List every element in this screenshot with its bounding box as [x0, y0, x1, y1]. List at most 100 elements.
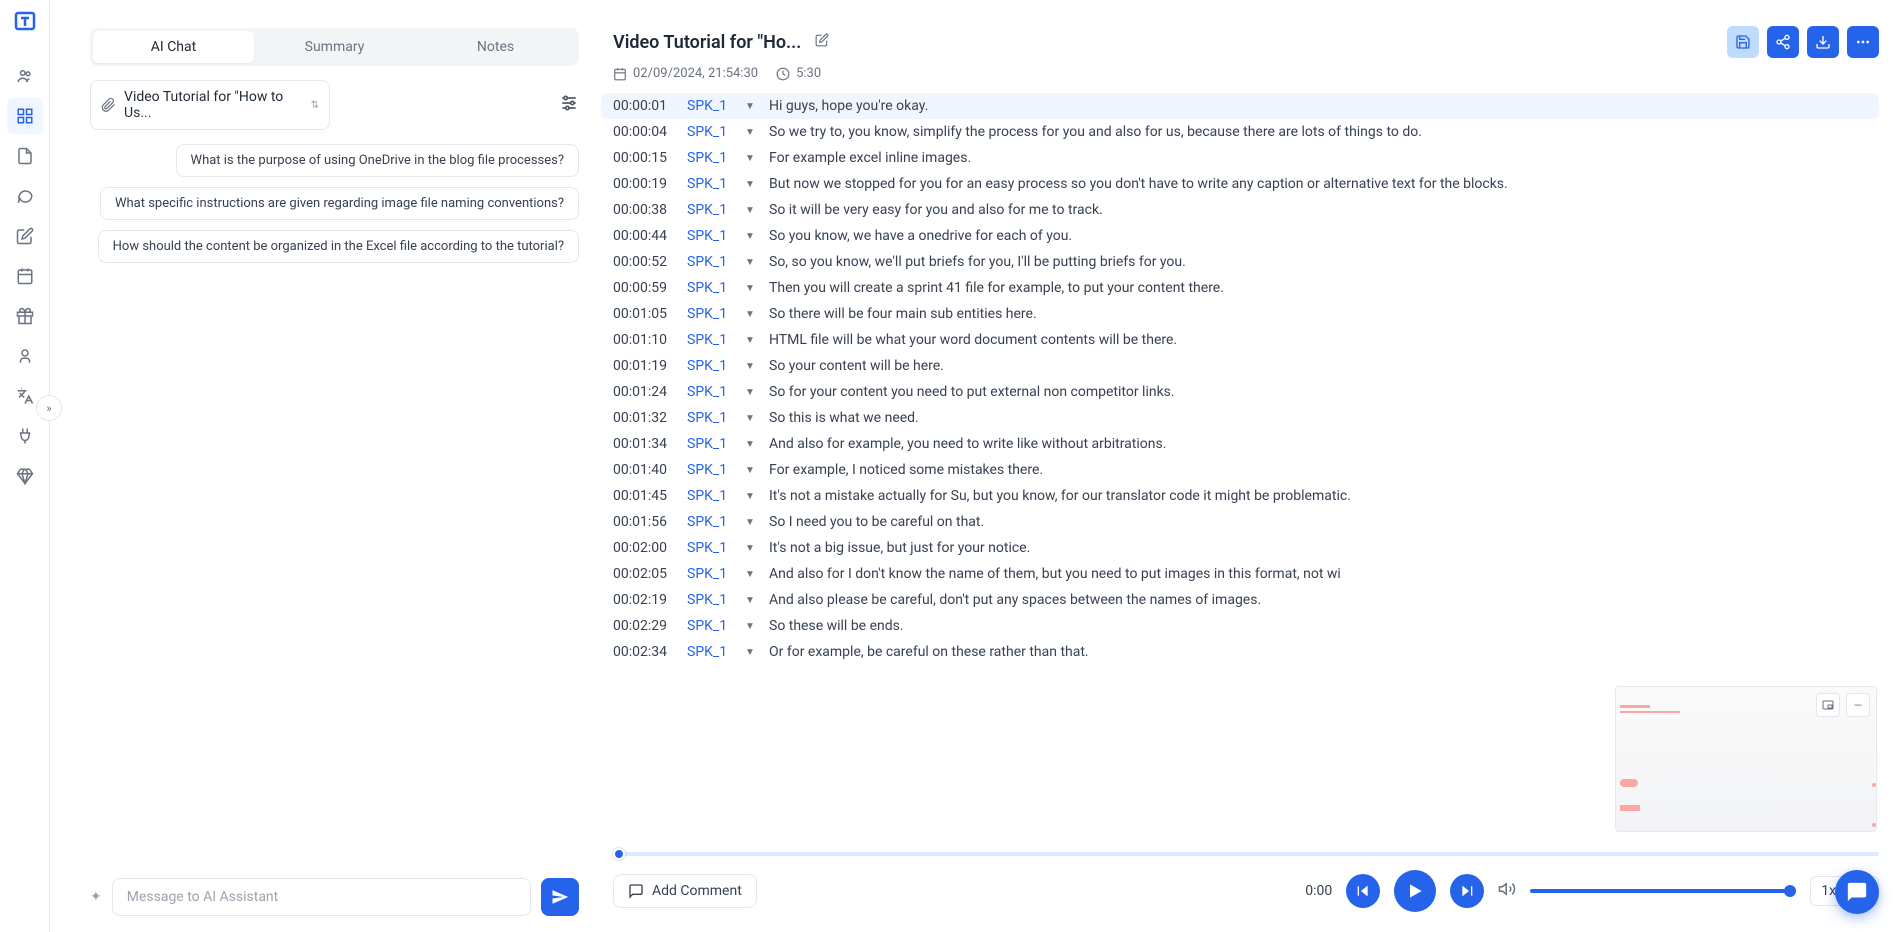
sidebar-diamond-icon[interactable]: [7, 458, 43, 494]
chat-input[interactable]: [112, 878, 531, 916]
speaker-label[interactable]: SPK_1: [687, 150, 735, 166]
chevron-down-icon[interactable]: ▼: [745, 491, 759, 502]
chevron-down-icon[interactable]: ▼: [745, 205, 759, 216]
chevron-down-icon[interactable]: ▼: [745, 517, 759, 528]
speaker-label[interactable]: SPK_1: [687, 332, 735, 348]
chevron-down-icon[interactable]: ▼: [745, 543, 759, 554]
sidebar-document-icon[interactable]: [7, 138, 43, 174]
suggestion-item[interactable]: What is the purpose of using OneDrive in…: [176, 144, 579, 177]
speaker-label[interactable]: SPK_1: [687, 488, 735, 504]
chevron-down-icon[interactable]: ▼: [745, 153, 759, 164]
chevron-down-icon[interactable]: ▼: [745, 257, 759, 268]
speaker-label[interactable]: SPK_1: [687, 384, 735, 400]
sidebar-expand-button[interactable]: »: [36, 395, 62, 421]
chevron-down-icon[interactable]: ▼: [745, 621, 759, 632]
sidebar-chat-icon[interactable]: [7, 178, 43, 214]
next-button[interactable]: [1450, 874, 1484, 908]
chevron-down-icon[interactable]: ▼: [745, 569, 759, 580]
sidebar-plug-icon[interactable]: [7, 418, 43, 454]
volume-icon[interactable]: [1498, 880, 1516, 902]
sidebar-edit-icon[interactable]: [7, 218, 43, 254]
speaker-label[interactable]: SPK_1: [687, 644, 735, 660]
chevron-down-icon[interactable]: ▼: [745, 309, 759, 320]
speaker-label[interactable]: SPK_1: [687, 410, 735, 426]
transcript-row[interactable]: 00:00:15SPK_1▼For example excel inline i…: [601, 145, 1879, 171]
file-select[interactable]: Video Tutorial for "How to Us... ⇅: [90, 80, 330, 130]
sidebar-gift-icon[interactable]: [7, 298, 43, 334]
chevron-down-icon[interactable]: ▼: [745, 361, 759, 372]
speaker-label[interactable]: SPK_1: [687, 98, 735, 114]
speaker-label[interactable]: SPK_1: [687, 436, 735, 452]
transcript-row[interactable]: 00:00:59SPK_1▼Then you will create a spr…: [601, 275, 1879, 301]
transcript-row[interactable]: 00:01:32SPK_1▼So this is what we need.: [601, 405, 1879, 431]
speaker-label[interactable]: SPK_1: [687, 566, 735, 582]
speaker-label[interactable]: SPK_1: [687, 280, 735, 296]
progress-bar[interactable]: [613, 852, 1879, 856]
transcript-row[interactable]: 00:02:29SPK_1▼So these will be ends.: [601, 613, 1879, 639]
transcript-row[interactable]: 00:01:56SPK_1▼So I need you to be carefu…: [601, 509, 1879, 535]
prev-button[interactable]: [1346, 874, 1380, 908]
transcript-row[interactable]: 00:01:10SPK_1▼HTML file will be what you…: [601, 327, 1879, 353]
transcript-row[interactable]: 00:01:05SPK_1▼So there will be four main…: [601, 301, 1879, 327]
sidebar-user-icon[interactable]: [7, 338, 43, 374]
more-button[interactable]: [1847, 26, 1879, 58]
chevron-down-icon[interactable]: ▼: [745, 465, 759, 476]
tab-ai-chat[interactable]: AI Chat: [93, 31, 254, 63]
speaker-label[interactable]: SPK_1: [687, 202, 735, 218]
speaker-label[interactable]: SPK_1: [687, 592, 735, 608]
filter-settings-button[interactable]: [559, 93, 579, 117]
transcript-row[interactable]: 00:00:01SPK_1▼Hi guys, hope you're okay.: [601, 93, 1879, 119]
sidebar-dashboard-icon[interactable]: [7, 98, 43, 134]
speaker-label[interactable]: SPK_1: [687, 462, 735, 478]
chevron-down-icon[interactable]: ▼: [745, 387, 759, 398]
pip-button[interactable]: [1816, 693, 1840, 717]
transcript-row[interactable]: 00:01:40SPK_1▼For example, I noticed som…: [601, 457, 1879, 483]
help-fab[interactable]: [1835, 870, 1879, 914]
edit-title-button[interactable]: [815, 33, 829, 51]
progress-handle[interactable]: [613, 848, 625, 860]
speaker-label[interactable]: SPK_1: [687, 306, 735, 322]
chevron-down-icon[interactable]: ▼: [745, 101, 759, 112]
transcript-row[interactable]: 00:02:05SPK_1▼And also for I don't know …: [601, 561, 1879, 587]
speaker-label[interactable]: SPK_1: [687, 176, 735, 192]
suggestion-item[interactable]: How should the content be organized in t…: [98, 230, 579, 263]
speaker-label[interactable]: SPK_1: [687, 514, 735, 530]
chevron-down-icon[interactable]: ▼: [745, 413, 759, 424]
chevron-down-icon[interactable]: ▼: [745, 127, 759, 138]
transcript-row[interactable]: 00:00:52SPK_1▼So, so you know, we'll put…: [601, 249, 1879, 275]
minimize-button[interactable]: —: [1846, 693, 1870, 717]
share-button[interactable]: [1767, 26, 1799, 58]
speaker-label[interactable]: SPK_1: [687, 358, 735, 374]
chevron-down-icon[interactable]: ▼: [745, 283, 759, 294]
transcript-row[interactable]: 00:01:45SPK_1▼It's not a mistake actuall…: [601, 483, 1879, 509]
sidebar-people-icon[interactable]: [7, 58, 43, 94]
transcript-row[interactable]: 00:01:24SPK_1▼So for your content you ne…: [601, 379, 1879, 405]
transcript-row[interactable]: 00:00:04SPK_1▼So we try to, you know, si…: [601, 119, 1879, 145]
chevron-down-icon[interactable]: ▼: [745, 595, 759, 606]
play-button[interactable]: [1394, 870, 1436, 912]
speaker-label[interactable]: SPK_1: [687, 228, 735, 244]
save-button[interactable]: [1727, 26, 1759, 58]
speaker-label[interactable]: SPK_1: [687, 124, 735, 140]
volume-handle[interactable]: [1784, 885, 1796, 897]
logo[interactable]: [13, 10, 37, 38]
suggestion-item[interactable]: What specific instructions are given reg…: [100, 187, 579, 220]
tab-summary[interactable]: Summary: [254, 31, 415, 63]
transcript-row[interactable]: 00:01:34SPK_1▼And also for example, you …: [601, 431, 1879, 457]
chevron-down-icon[interactable]: ▼: [745, 231, 759, 242]
sidebar-calendar-icon[interactable]: [7, 258, 43, 294]
speaker-label[interactable]: SPK_1: [687, 618, 735, 634]
transcript-row[interactable]: 00:02:00SPK_1▼It's not a big issue, but …: [601, 535, 1879, 561]
tab-notes[interactable]: Notes: [415, 31, 576, 63]
transcript-row[interactable]: 00:01:19SPK_1▼So your content will be he…: [601, 353, 1879, 379]
chevron-down-icon[interactable]: ▼: [745, 179, 759, 190]
send-button[interactable]: [541, 878, 579, 916]
download-button[interactable]: [1807, 26, 1839, 58]
video-thumbnail[interactable]: —: [1615, 686, 1877, 832]
add-comment-button[interactable]: Add Comment: [613, 874, 757, 908]
chevron-down-icon[interactable]: ▼: [745, 439, 759, 450]
transcript-row[interactable]: 00:00:44SPK_1▼So you know, we have a one…: [601, 223, 1879, 249]
chevron-down-icon[interactable]: ▼: [745, 335, 759, 346]
transcript-row[interactable]: 00:00:38SPK_1▼So it will be very easy fo…: [601, 197, 1879, 223]
volume-slider[interactable]: [1530, 889, 1796, 893]
